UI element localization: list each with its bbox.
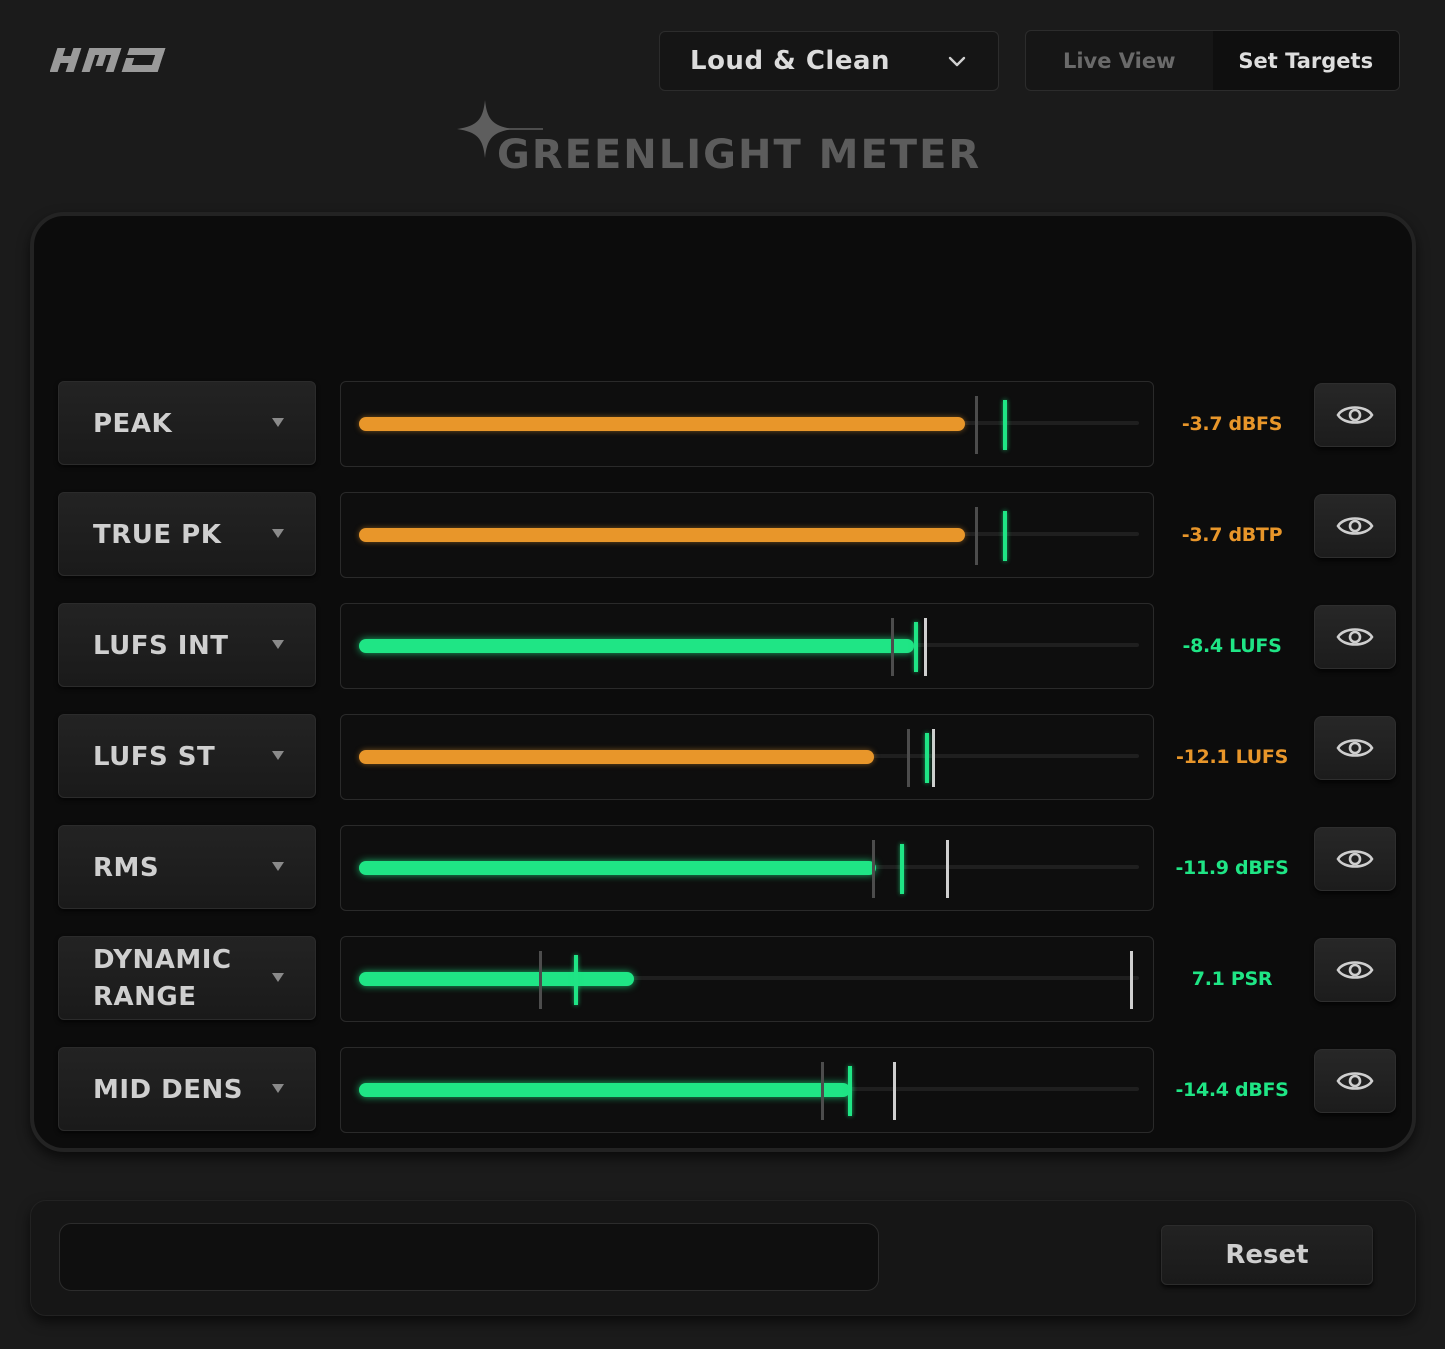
metric-label: RMS	[93, 852, 160, 883]
visibility-toggle-button[interactable]	[1314, 383, 1396, 447]
visibility-toggle-button[interactable]	[1314, 605, 1396, 669]
meter-row: RMS -11.9 dBFS	[34, 825, 1420, 911]
reset-button[interactable]: Reset	[1161, 1225, 1373, 1285]
set-targets-button[interactable]: Set Targets	[1212, 31, 1399, 90]
meter-level-bar	[359, 1083, 850, 1097]
range-min-marker[interactable]	[821, 1062, 824, 1120]
caret-down-icon	[272, 640, 284, 649]
meter-readout: -3.7 dBFS	[1181, 413, 1283, 435]
hmd-logo	[49, 40, 180, 80]
metric-select[interactable]: PEAK	[58, 381, 316, 465]
metric-label: PEAK	[93, 408, 173, 439]
live-view-button[interactable]: Live View	[1026, 31, 1213, 90]
range-max-marker[interactable]	[1130, 951, 1133, 1009]
eye-icon	[1336, 1072, 1374, 1090]
meter-level-bar	[359, 861, 876, 875]
meter-readout: -12.1 LUFS	[1176, 746, 1288, 768]
target-marker[interactable]	[925, 733, 929, 783]
meter-level-bar	[359, 639, 914, 653]
caret-down-icon	[272, 529, 284, 538]
meter-readout: -14.4 dBFS	[1175, 1079, 1289, 1101]
range-min-marker[interactable]	[907, 729, 910, 787]
metric-label: TRUE PK	[93, 519, 222, 550]
range-min-marker[interactable]	[891, 618, 894, 676]
meter-row: TRUE PK -3.7 dBTP	[34, 492, 1420, 578]
visibility-toggle-button[interactable]	[1314, 494, 1396, 558]
meter-row: PEAK -3.7 dBFS	[34, 381, 1420, 467]
visibility-toggle-button[interactable]	[1314, 827, 1396, 891]
metric-select[interactable]: TRUE PK	[58, 492, 316, 576]
meter-readout: -11.9 dBFS	[1175, 857, 1289, 879]
meter-panel: PEAK -3.7 dBFS TRUE PK -3.7 dBTP LUFS INT -8.…	[30, 212, 1416, 1152]
range-max-marker[interactable]	[932, 729, 935, 787]
meter-row: DYNAMIC RANGE 7.1 PSR	[34, 936, 1420, 1022]
meter-track	[340, 381, 1154, 467]
meter-level-bar	[359, 417, 965, 431]
hmd-logo-mark	[49, 48, 166, 72]
caret-down-icon	[272, 973, 284, 982]
message-field	[59, 1223, 879, 1291]
footer-bar: Reset	[30, 1200, 1416, 1316]
meter-readout: -3.7 dBTP	[1181, 524, 1283, 546]
metric-select[interactable]: LUFS INT	[58, 603, 316, 687]
view-toggle: Live View Set Targets	[1025, 30, 1400, 91]
meter-row: LUFS ST -12.1 LUFS	[34, 714, 1420, 800]
caret-down-icon	[272, 862, 284, 871]
meter-track	[340, 714, 1154, 800]
range-min-marker[interactable]	[975, 507, 978, 565]
meter-track	[340, 603, 1154, 689]
range-min-marker[interactable]	[975, 396, 978, 454]
range-min-marker[interactable]	[872, 840, 875, 898]
eye-icon	[1336, 850, 1374, 868]
title-text: GREENLIGHT METER	[497, 132, 982, 178]
metric-label: LUFS ST	[93, 741, 216, 772]
target-marker[interactable]	[574, 955, 578, 1005]
meter-row: LUFS INT -8.4 LUFS	[34, 603, 1420, 689]
range-max-marker[interactable]	[924, 618, 927, 676]
metric-select[interactable]: MID DENS	[58, 1047, 316, 1131]
range-max-marker[interactable]	[893, 1062, 896, 1120]
metric-select[interactable]: DYNAMIC RANGE	[58, 936, 316, 1020]
target-marker[interactable]	[914, 622, 918, 672]
metric-select[interactable]: RMS	[58, 825, 316, 909]
visibility-toggle-button[interactable]	[1314, 716, 1396, 780]
range-max-marker[interactable]	[946, 840, 949, 898]
target-marker[interactable]	[1003, 511, 1007, 561]
meter-track	[340, 1047, 1154, 1133]
visibility-toggle-button[interactable]	[1314, 1049, 1396, 1113]
target-marker[interactable]	[1003, 400, 1007, 450]
meter-track	[340, 825, 1154, 911]
target-marker[interactable]	[900, 844, 904, 894]
metric-select[interactable]: LUFS ST	[58, 714, 316, 798]
meter-level-bar	[359, 750, 874, 764]
caret-down-icon	[272, 418, 284, 427]
meter-readout: 7.1 PSR	[1191, 968, 1273, 990]
metric-label: MID DENS	[93, 1074, 244, 1105]
caret-down-icon	[272, 1084, 284, 1093]
meter-track	[340, 492, 1154, 578]
meter-readout: -8.4 LUFS	[1182, 635, 1282, 657]
meter-level-bar	[359, 528, 965, 542]
eye-icon	[1336, 961, 1374, 979]
meter-level-bar	[359, 972, 634, 986]
range-min-marker[interactable]	[539, 951, 542, 1009]
eye-icon	[1336, 739, 1374, 757]
visibility-toggle-button[interactable]	[1314, 938, 1396, 1002]
preset-label: Loud & Clean	[690, 46, 891, 76]
meter-track	[340, 936, 1154, 1022]
preset-dropdown[interactable]: Loud & Clean	[659, 31, 999, 91]
chevron-down-icon	[948, 56, 966, 67]
metric-label: LUFS INT	[93, 630, 229, 661]
eye-icon	[1336, 406, 1374, 424]
caret-down-icon	[272, 751, 284, 760]
eye-icon	[1336, 628, 1374, 646]
eye-icon	[1336, 517, 1374, 535]
app-title: GREENLIGHT METER	[455, 98, 1015, 188]
metric-label: DYNAMIC RANGE	[93, 945, 232, 1012]
target-marker[interactable]	[848, 1066, 852, 1116]
meter-row: MID DENS -14.4 dBFS	[34, 1047, 1420, 1133]
